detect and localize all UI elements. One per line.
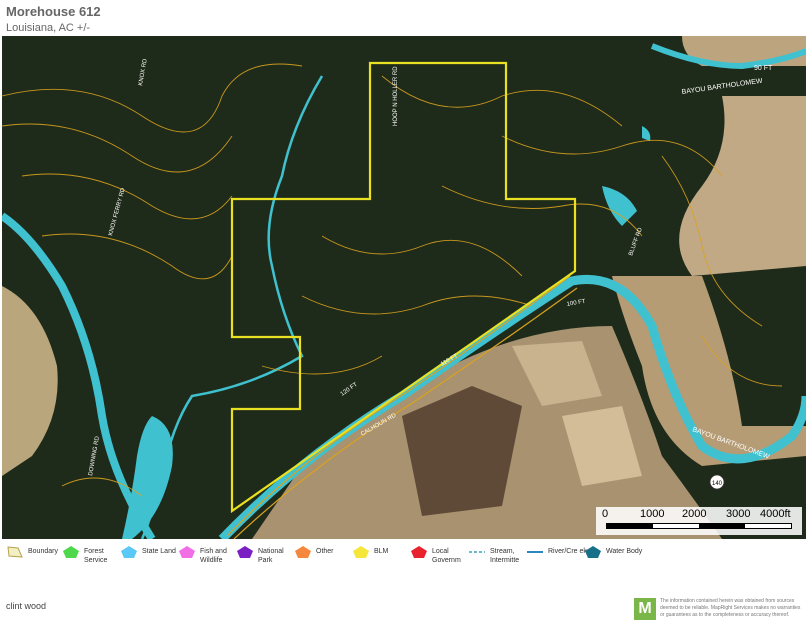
legend-item-local-government: Local Governm: [410, 544, 474, 565]
scale-label-1000: 1000: [640, 508, 665, 520]
river-creek-icon: [527, 551, 543, 553]
legend-item-boundary: Boundary: [6, 544, 70, 559]
legend-item-other: Other: [294, 544, 358, 559]
legend-item-river-creek: River/Cre ek: [526, 544, 590, 559]
national-park-icon: [237, 546, 253, 558]
legend-item-stream-intermittent: Stream, Intermitte: [468, 544, 532, 565]
map-legend: Boundary Forest Service State Land Fish …: [4, 542, 644, 582]
map-header: Morehouse 612 Louisiana, AC +/-: [6, 4, 101, 34]
disclaimer-text: The information contained herein was obt…: [660, 598, 801, 618]
map-title: Morehouse 612: [6, 4, 101, 19]
mapright-logo: M: [634, 598, 656, 620]
legend-item-national-park: National Park: [236, 544, 300, 565]
legend-item-fish-wildlife: Fish and Wildlife: [178, 544, 242, 565]
author-name: clint wood: [6, 601, 47, 611]
road-label-hoop-n-holler: HOOP N HOLLER RD: [393, 66, 399, 126]
scale-label-2000: 2000: [682, 508, 707, 520]
legend-item-water-body: Water Body: [584, 544, 648, 559]
legend-label-water-body: Water Body: [606, 548, 643, 555]
stream-intermittent-icon: [469, 551, 485, 553]
forest-service-icon: [63, 546, 79, 558]
local-government-icon: [411, 546, 427, 558]
highway-label: 140: [712, 481, 723, 487]
scale-bar: 0 1000 2000 3000 4000ft: [596, 507, 802, 535]
boundary-icon: [7, 546, 23, 558]
scale-label-4000: 4000ft: [760, 508, 791, 520]
water-body-icon: [585, 546, 601, 558]
scale-labels: 0 1000 2000 3000 4000ft: [602, 508, 796, 521]
legend-item-blm: BLM: [352, 544, 416, 559]
contour-label-90ft: 90 FT: [754, 65, 773, 72]
blm-icon: [353, 546, 369, 558]
legend-item-forest-service: Forest Service: [62, 544, 126, 565]
map-canvas: 90 FT BAYOU BARTHOLOMEW HOOP N HOLLER RD…: [2, 36, 806, 539]
map-subtitle: Louisiana, AC +/-: [6, 22, 91, 34]
scale-label-3000: 3000: [726, 508, 751, 520]
other-icon: [295, 546, 311, 558]
fish-wildlife-icon: [179, 546, 195, 558]
map-view[interactable]: 90 FT BAYOU BARTHOLOMEW HOOP N HOLLER RD…: [2, 36, 806, 539]
legend-item-state-land: State Land: [120, 544, 184, 559]
scale-bar-track: [606, 523, 792, 529]
state-land-icon: [121, 546, 137, 558]
scale-label-0: 0: [602, 508, 609, 520]
